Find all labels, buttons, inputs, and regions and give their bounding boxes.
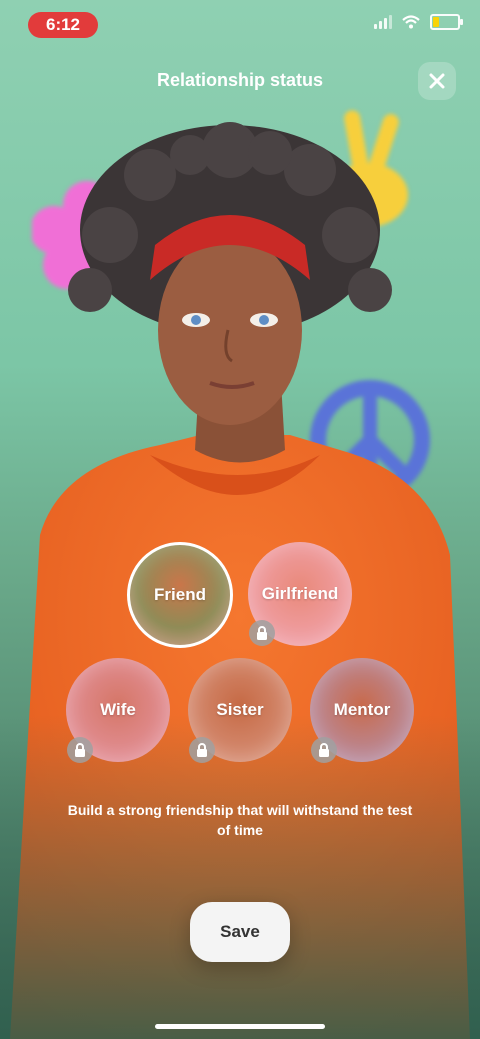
avatar-3d-character bbox=[0, 122, 480, 1039]
relationship-status-screen: 6:12 Relationship status Friend Girlfrie… bbox=[0, 0, 480, 1039]
option-friend[interactable]: Friend bbox=[127, 542, 233, 648]
status-bar: 6:12 bbox=[0, 0, 480, 50]
lock-icon bbox=[249, 620, 275, 646]
option-label: Mentor bbox=[333, 700, 391, 719]
lock-icon bbox=[67, 737, 93, 763]
home-indicator[interactable] bbox=[155, 1024, 325, 1029]
close-icon bbox=[429, 73, 445, 89]
close-button[interactable] bbox=[418, 62, 456, 100]
option-label: Wife bbox=[100, 700, 136, 719]
battery-icon bbox=[430, 14, 463, 30]
option-label: Friend bbox=[154, 585, 206, 604]
page-title: Relationship status bbox=[156, 70, 324, 90]
signal-icon bbox=[374, 15, 392, 29]
option-description: Build a strong friendship that will with… bbox=[67, 802, 413, 838]
option-label: Girlfriend bbox=[261, 584, 339, 603]
option-label: Sister bbox=[216, 700, 264, 719]
lock-icon bbox=[311, 737, 337, 763]
status-icons bbox=[374, 14, 463, 30]
wifi-icon bbox=[402, 15, 420, 29]
status-time: 6:12 bbox=[28, 12, 98, 38]
lock-icon bbox=[189, 737, 215, 763]
save-button[interactable]: Save bbox=[190, 902, 290, 962]
